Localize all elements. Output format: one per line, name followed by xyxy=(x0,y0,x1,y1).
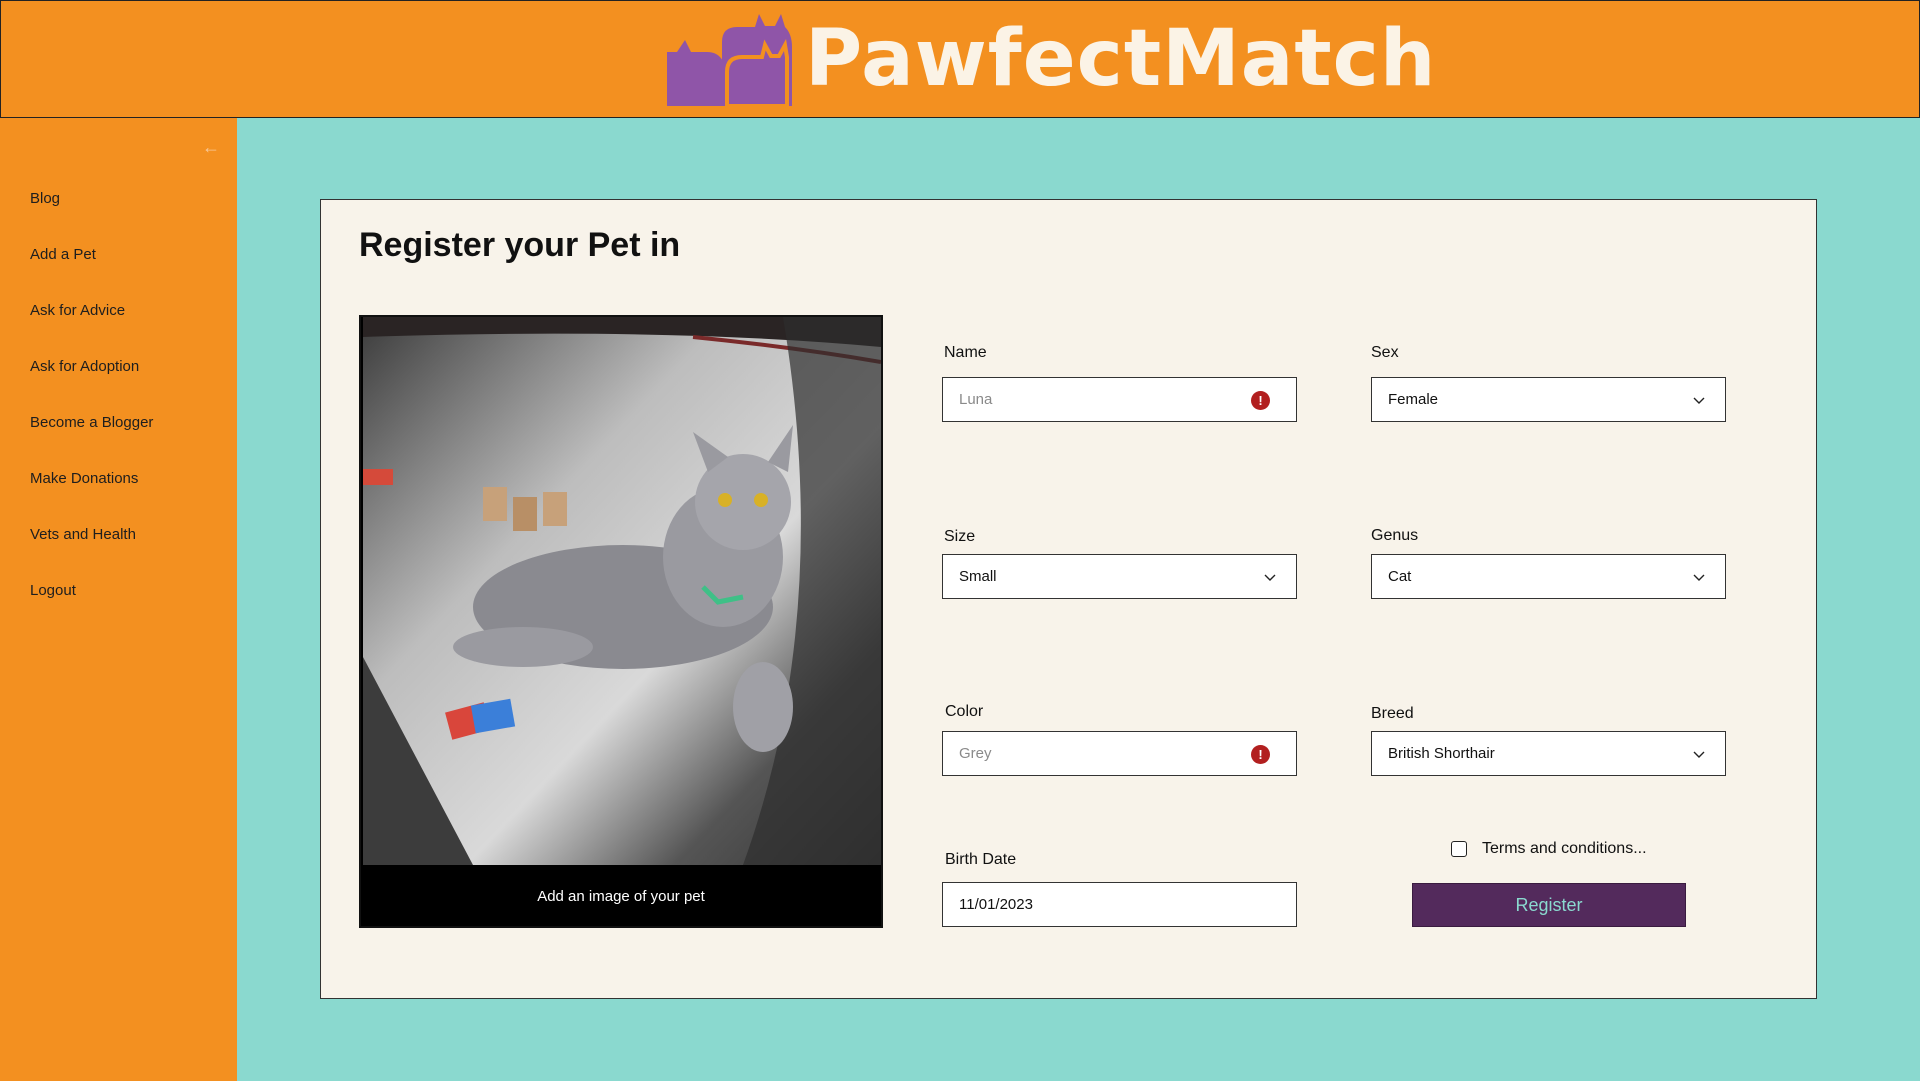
color-placeholder: Grey xyxy=(959,745,992,762)
breed-value: British Shorthair xyxy=(1388,745,1495,762)
top-header: PawfectMatch xyxy=(0,0,1920,118)
sidebar-item-make-donations[interactable]: Make Donations xyxy=(30,470,153,526)
brand-logo[interactable]: PawfectMatch xyxy=(667,11,1436,107)
error-icon: ! xyxy=(1251,391,1270,410)
chevron-down-icon xyxy=(1264,574,1276,581)
genus-value: Cat xyxy=(1388,568,1412,585)
sidebar-item-vets-health[interactable]: Vets and Health xyxy=(30,526,153,582)
sidebar-item-logout[interactable]: Logout xyxy=(30,582,153,638)
arrow-left-icon[interactable]: ← xyxy=(200,136,222,158)
pet-image-upload[interactable]: Add an image of your pet xyxy=(359,315,883,928)
cats-logo-icon xyxy=(667,14,792,106)
register-pet-card: Register your Pet in Add an image of you… xyxy=(320,199,1817,999)
size-select[interactable]: Small xyxy=(942,554,1297,599)
sidebar-item-blog[interactable]: Blog xyxy=(30,190,153,246)
size-label: Size xyxy=(944,528,976,545)
sidebar-item-become-blogger[interactable]: Become a Blogger xyxy=(30,414,153,470)
name-placeholder: Luna xyxy=(959,391,993,408)
name-label: Name xyxy=(944,344,987,361)
sex-select[interactable]: Female xyxy=(1371,377,1726,422)
sex-value: Female xyxy=(1388,391,1439,408)
page-title: Register your Pet in xyxy=(359,226,681,264)
sidebar-item-add-pet[interactable]: Add a Pet xyxy=(30,246,153,302)
breed-select[interactable]: British Shorthair xyxy=(1371,731,1726,776)
photo-caption: Add an image of your pet xyxy=(361,866,881,926)
sidebar-item-ask-advice[interactable]: Ask for Advice xyxy=(30,302,153,358)
pet-photo xyxy=(363,317,881,865)
terms-checkbox[interactable] xyxy=(1451,841,1467,857)
register-button[interactable]: Register xyxy=(1412,883,1686,927)
chevron-down-icon xyxy=(1693,397,1705,404)
name-input[interactable]: Luna ! xyxy=(942,377,1297,422)
terms-link[interactable]: Terms and conditions... xyxy=(1482,840,1647,858)
terms-row: Terms and conditions... xyxy=(1451,840,1647,858)
brand-name: PawfectMatch xyxy=(805,14,1437,104)
chevron-down-icon xyxy=(1693,751,1705,758)
birth-date-label: Birth Date xyxy=(945,851,1017,868)
genus-select[interactable]: Cat xyxy=(1371,554,1726,599)
sidebar-nav: Blog Add a Pet Ask for Advice Ask for Ad… xyxy=(30,190,153,638)
genus-label: Genus xyxy=(1371,527,1419,544)
sidebar-item-ask-adoption[interactable]: Ask for Adoption xyxy=(30,358,153,414)
birth-date-value: 11/01/2023 xyxy=(959,896,1033,913)
color-label: Color xyxy=(945,703,984,720)
chevron-down-icon xyxy=(1693,574,1705,581)
sidebar: ← Blog Add a Pet Ask for Advice Ask for … xyxy=(0,118,237,1081)
size-value: Small xyxy=(959,568,997,585)
color-input[interactable]: Grey ! xyxy=(942,731,1297,776)
error-icon: ! xyxy=(1251,745,1270,764)
birth-date-input[interactable]: 11/01/2023 xyxy=(942,882,1297,927)
sex-label: Sex xyxy=(1371,344,1399,361)
breed-label: Breed xyxy=(1371,705,1414,722)
